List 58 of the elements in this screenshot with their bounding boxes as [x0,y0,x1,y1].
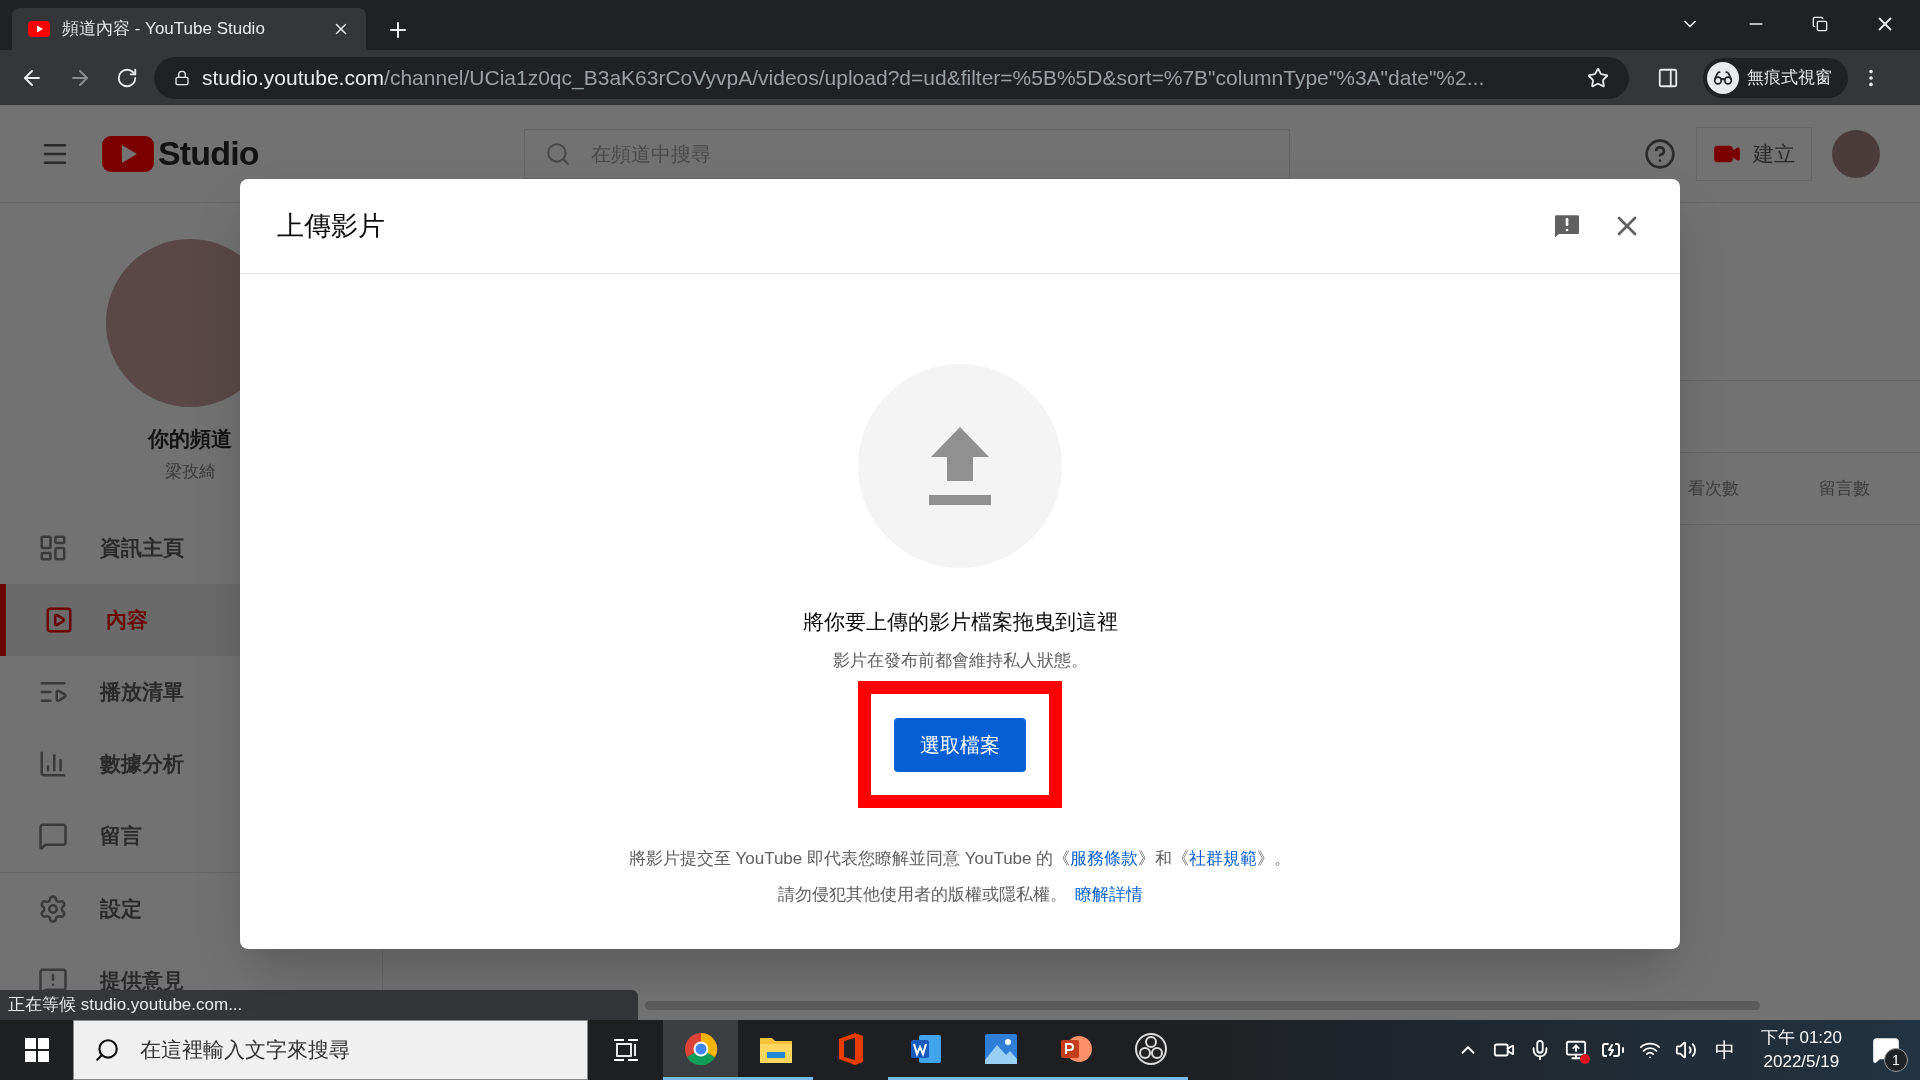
sidebar-item[interactable]: 播放清單 [0,656,382,728]
tab-title: 頻道內容 - YouTube Studio [62,18,266,41]
loading-status-bubble: 正在等候 studio.youtube.com... [0,990,638,1020]
logo-text: Studio [158,133,259,174]
word-document-icon [908,1032,943,1065]
create-button[interactable]: 建立 [1696,126,1812,181]
clock[interactable]: 下午 01:20 2022/5/19 [1760,1026,1842,1074]
obs-icon [1133,1031,1168,1066]
dashboard-icon [38,533,68,563]
search-icon [94,1037,120,1063]
lock-icon [174,69,190,86]
taskbar-search-field[interactable]: 在這裡輸入文字來搜尋 [73,1020,588,1080]
bar-chart-icon [38,749,68,779]
learn-more-link[interactable]: 瞭解詳情 [1074,881,1143,907]
terms-text: 將影片提交至 YouTube 即代表您瞭解並同意 YouTube 的《服務條款》和《社群規範》。 [628,848,1292,870]
clock-time: 下午 01:20 [1760,1027,1842,1049]
terms-link[interactable]: 服務條款 [1070,849,1139,868]
windows-logo-icon [24,1038,49,1062]
notification-count: 1 [1884,1048,1908,1072]
settings-icon [38,894,68,924]
comment-icon [38,821,68,851]
restore-icon[interactable] [1812,16,1828,32]
video-library-icon [44,605,74,635]
help-icon[interactable] [1644,137,1676,170]
input-method-indicator[interactable]: 中 [1714,1035,1735,1065]
chrome-icon [683,1031,718,1066]
channel-title: 你的頻道 [148,426,232,452]
sidebar-item[interactable]: 數據分析 [0,728,382,800]
task-view-icon[interactable] [612,1037,639,1063]
browser-tab[interactable]: 頻道內容 - YouTube Studio [12,8,366,50]
channel-name: 梁孜綺 [164,460,216,483]
address-bar[interactable]: studio.youtube.com/channel/UCia1z0qc_B3aK63rCoVyvpA/videos/upload?d=ud&filter=%5B%5D&sort=%7B"columnType"%3A"date"%2... [154,56,1629,99]
youtube-logo-icon [102,135,154,172]
clock-date: 2022/5/19 [1763,1051,1840,1073]
copyright-notice: 請勿侵犯其他使用者的版權或隱私權。 [777,883,1067,906]
terms-link[interactable]: 社群規範 [1189,849,1258,868]
incognito-pill[interactable]: 無痕式視窗 [1703,57,1848,98]
reload-icon[interactable] [116,66,138,89]
url-text: studio.youtube.com/channel/UCia1z0qc_B3aK63rCoVyvpA/videos/upload?d=ud&filter=%5B%5D&sort=%7B"columnType"%3A"date"%2... [202,64,1486,92]
search-icon [544,140,571,167]
privacy-note: 影片在發布前都會維持私人狀態。 [832,649,1088,672]
search-placeholder: 在這裡輸入文字來搜尋 [140,1037,350,1064]
volume-icon[interactable] [1674,1039,1697,1061]
taskbar-app[interactable] [663,1020,738,1080]
upload-arrow-icon [929,427,991,505]
sidebar-item[interactable]: 資訊主頁 [0,512,382,584]
sidebar-item[interactable]: 設定 [0,873,382,945]
incognito-label: 無痕式視窗 [1747,66,1832,89]
drop-instruction: 將你要上傳的影片檔案拖曳到這裡 [802,609,1118,635]
dialog-title: 上傳影片 [277,209,385,243]
youtube-favicon-icon [28,21,50,37]
select-files-button[interactable]: 選取檔案 [894,717,1026,772]
side-panel-icon[interactable] [1657,66,1679,89]
sidebar-item[interactable]: 留言 [0,800,382,872]
horizontal-scrollbar[interactable] [645,1001,1760,1010]
bookmark-star-icon[interactable] [1587,66,1609,89]
photos-icon [983,1032,1018,1065]
display-sync-icon[interactable] [1564,1039,1587,1061]
